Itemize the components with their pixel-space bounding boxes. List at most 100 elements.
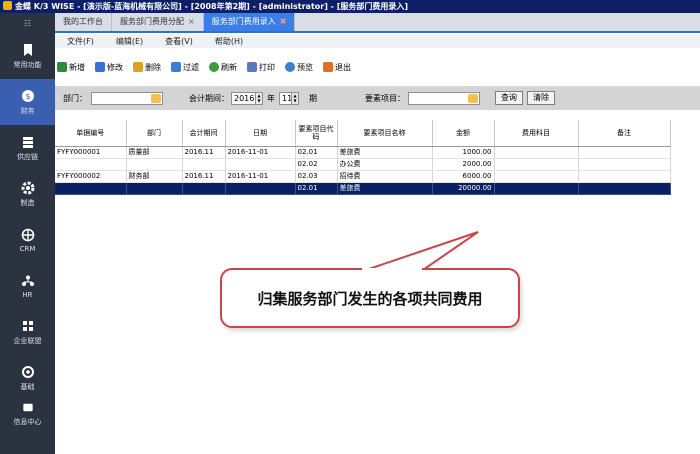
sidebar-item-hr[interactable]: HR <box>0 263 55 309</box>
close-icon[interactable]: ✖ <box>280 17 287 26</box>
lookup-icon[interactable] <box>151 93 161 103</box>
sidebar-item-basic[interactable]: 基础 <box>0 355 55 401</box>
sidebar-item-info-center[interactable]: 信息中心 <box>0 401 55 427</box>
cell-period: 2016.11 <box>182 146 226 159</box>
stepper-arrows-icon[interactable]: ▲ ▼ <box>255 92 262 104</box>
department-label: 部门： <box>63 93 87 103</box>
tab-my-workbench[interactable]: 我的工作台 <box>55 13 112 31</box>
element-label: 要素项目： <box>365 93 405 103</box>
menu-view[interactable]: 查看(V) <box>165 36 193 47</box>
lookup-icon[interactable] <box>468 93 478 103</box>
cell-element-code: 02.01 <box>295 146 338 159</box>
sidebar-item-supply-chain[interactable]: 供应链 <box>0 125 55 171</box>
callout-pointer-mask <box>362 268 422 274</box>
bookmark-icon <box>23 43 32 56</box>
sidebar-item-finance[interactable]: $ 财务 <box>0 79 55 125</box>
edit-icon <box>95 62 105 72</box>
cell-element-name: 招待费 <box>337 170 433 183</box>
column-header[interactable]: 金额 <box>432 120 495 147</box>
cell-cost-account <box>494 170 579 183</box>
cell-cost-account <box>494 182 579 195</box>
tab-label: 服务部门费用录入 <box>211 17 276 26</box>
manufacturing-icon <box>21 181 34 194</box>
column-header[interactable]: 日期 <box>225 120 296 147</box>
document-tab-bar: 我的工作台 服务部门费用分配 × 服务部门费用录入 ✖ <box>55 13 700 33</box>
tab-service-dept-cost-allocation[interactable]: 服务部门费用分配 × <box>112 13 204 31</box>
column-header[interactable]: 备注 <box>578 120 671 147</box>
column-header[interactable]: 部门 <box>126 120 183 147</box>
table-row[interactable]: FYFY000001 质量部 2016.11 2016-11-01 02.01 … <box>55 146 671 159</box>
callout-text: 归集服务部门发生的各项共同费用 <box>257 289 483 308</box>
cell-department: 质量部 <box>126 146 183 159</box>
cell-period <box>182 182 226 195</box>
preview-icon <box>285 62 295 72</box>
cell-department <box>126 158 183 171</box>
tab-service-dept-cost-entry[interactable]: 服务部门费用录入 ✖ <box>203 13 296 31</box>
print-button[interactable]: 打印 <box>247 62 275 73</box>
alliance-icon <box>22 320 33 331</box>
menu-edit[interactable]: 编辑(E) <box>116 36 143 47</box>
cell-department: 财务部 <box>126 170 183 183</box>
filter-button[interactable]: 过滤 <box>171 62 199 73</box>
table-row[interactable]: FYFY000002 财务部 2016.11 2016-11-01 02.03 … <box>55 170 671 183</box>
menu-file[interactable]: 文件(F) <box>67 36 94 47</box>
tab-label: 我的工作台 <box>63 17 103 26</box>
cell-remark <box>578 182 671 195</box>
sidebar-item-crm[interactable]: CRM <box>0 217 55 263</box>
button-label: 退出 <box>335 62 351 72</box>
year-stepper[interactable]: 2016 ▲ ▼ <box>231 91 263 105</box>
menu-help[interactable]: 帮助(H) <box>215 36 243 47</box>
close-icon[interactable]: × <box>188 17 195 26</box>
cell-element-code: 02.01 <box>295 182 338 195</box>
cell-element-code: 02.03 <box>295 170 338 183</box>
table-row[interactable]: 02.02 办公费 2000.00 <box>55 158 671 171</box>
element-input[interactable] <box>408 91 480 105</box>
department-input[interactable] <box>91 91 163 105</box>
sidebar-item-label: 制造 <box>20 198 35 207</box>
cell-department <box>126 182 183 195</box>
delete-button[interactable]: 删除 <box>133 62 161 73</box>
sidebar-item-label: 信息中心 <box>13 418 42 426</box>
column-header[interactable]: 会计期间 <box>182 120 226 147</box>
add-icon <box>57 62 67 72</box>
column-header[interactable]: 费用科目 <box>494 120 579 147</box>
cost-entry-table: 单据编号 部门 会计期间 日期 要素项目代码 要素项目名称 金额 费用科目 备注… <box>55 120 671 195</box>
month-stepper[interactable]: 11 ▲ ▼ <box>279 91 299 105</box>
toolbar: 新增 修改 删除 过滤 刷新 打印 预览 退出 <box>55 56 700 78</box>
cell-amount: 20000.00 <box>432 182 495 195</box>
sidebar-item-label: 供应链 <box>17 152 38 161</box>
year-value: 2016 <box>234 93 255 103</box>
column-header[interactable]: 要素项目代码 <box>295 120 338 147</box>
button-label: 新增 <box>69 62 85 72</box>
column-header[interactable]: 要素项目名称 <box>337 120 433 147</box>
button-label: 修改 <box>107 62 123 72</box>
edit-button[interactable]: 修改 <box>95 62 123 73</box>
exit-button[interactable]: 退出 <box>323 62 351 73</box>
table-row-selected[interactable]: 02.01 差旅费 20000.00 <box>55 182 671 195</box>
refresh-button[interactable]: 刷新 <box>209 62 237 73</box>
period-label: 会计期间： <box>189 93 229 103</box>
cell-period: 2016.11 <box>182 170 226 183</box>
sidebar-item-common-functions[interactable]: 常用功能 <box>0 33 55 79</box>
clear-button[interactable]: 清除 <box>527 91 555 105</box>
tab-label: 服务部门费用分配 <box>120 17 184 26</box>
query-button[interactable]: 查询 <box>495 91 523 105</box>
column-header[interactable]: 单据编号 <box>55 120 127 147</box>
add-button[interactable]: 新增 <box>57 62 85 73</box>
callout-bubble: 归集服务部门发生的各项共同费用 <box>220 268 520 328</box>
cell-element-name: 差旅费 <box>337 146 433 159</box>
cell-remark <box>578 158 671 171</box>
sidebar-item-manufacturing[interactable]: 制造 <box>0 171 55 217</box>
stepper-arrows-icon[interactable]: ▲ ▼ <box>291 92 298 104</box>
sidebar-item-label: 财务 <box>20 106 35 115</box>
table-header-row: 单据编号 部门 会计期间 日期 要素项目代码 要素项目名称 金额 费用科目 备注 <box>55 120 671 147</box>
sidebar-menu-toggle[interactable]: ☷ <box>0 13 55 33</box>
sidebar-item-label: 企业联盟 <box>13 336 42 345</box>
cell-date <box>225 182 296 195</box>
cell-element-name: 差旅费 <box>337 182 433 195</box>
year-unit-label: 年 <box>267 93 275 103</box>
window-title-bar: 金蝶 K/3 WISE - [演示版-蓝海机械有限公司] - [2008年第2期… <box>0 0 700 13</box>
cell-amount: 6000.00 <box>432 170 495 183</box>
preview-button[interactable]: 预览 <box>285 62 313 73</box>
sidebar-item-alliance[interactable]: 企业联盟 <box>0 309 55 355</box>
